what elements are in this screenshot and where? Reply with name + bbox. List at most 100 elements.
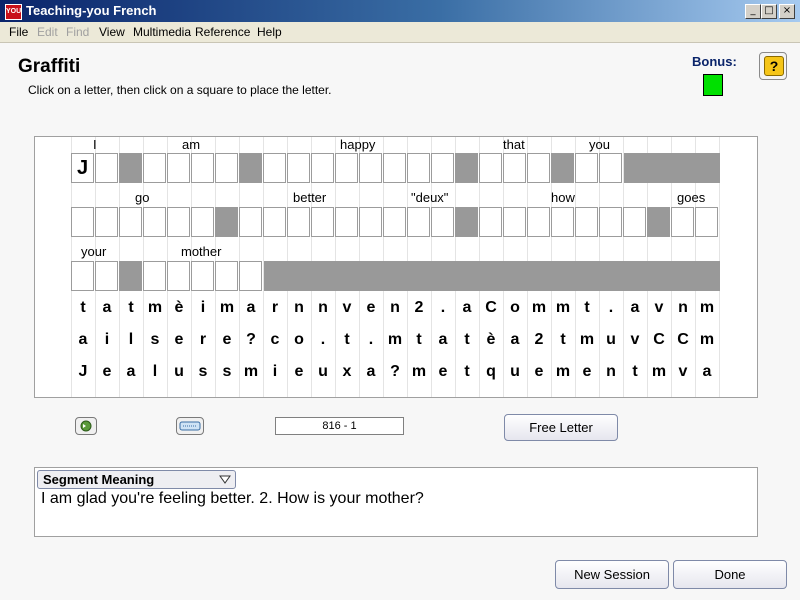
maximize-button[interactable]: □ — [761, 4, 777, 19]
letter-tile[interactable]: a — [239, 299, 263, 317]
letter-cell[interactable] — [599, 153, 622, 183]
letter-tile[interactable]: u — [599, 331, 623, 349]
letter-tile[interactable]: a — [95, 299, 119, 317]
letter-tile[interactable]: o — [503, 299, 527, 317]
letter-tile[interactable]: t — [71, 299, 95, 317]
letter-tile[interactable]: l — [143, 363, 167, 381]
letter-tile[interactable]: u — [503, 363, 527, 381]
letter-cell[interactable] — [311, 207, 334, 237]
letter-cell[interactable] — [527, 153, 550, 183]
letter-tile[interactable]: u — [311, 363, 335, 381]
letter-tile[interactable]: r — [263, 299, 287, 317]
letter-cell[interactable] — [95, 153, 118, 183]
new-session-button[interactable]: New Session — [555, 560, 669, 589]
free-letter-button[interactable]: Free Letter — [504, 414, 618, 441]
letter-tile[interactable]: m — [407, 363, 431, 381]
keyboard-button[interactable] — [176, 417, 204, 435]
letter-cell[interactable] — [167, 153, 190, 183]
letter-tile[interactable]: m — [143, 299, 167, 317]
letter-tile[interactable]: l — [119, 331, 143, 349]
letter-tile[interactable]: v — [647, 299, 671, 317]
letter-tile[interactable]: . — [431, 299, 455, 317]
letter-cell[interactable] — [479, 207, 502, 237]
letter-tile[interactable]: t — [575, 299, 599, 317]
letter-cell[interactable] — [263, 153, 286, 183]
letter-cell[interactable] — [551, 207, 574, 237]
letter-cell[interactable] — [527, 207, 550, 237]
letter-cell[interactable] — [359, 153, 382, 183]
menu-file[interactable]: File — [9, 25, 28, 39]
letter-tile[interactable]: J — [71, 363, 95, 381]
letter-tile[interactable]: r — [191, 331, 215, 349]
menu-reference[interactable]: Reference — [195, 25, 250, 39]
letter-tile[interactable]: e — [359, 299, 383, 317]
letter-tile[interactable]: . — [599, 299, 623, 317]
letter-cell[interactable] — [215, 261, 238, 291]
letter-tile[interactable]: m — [551, 363, 575, 381]
letter-tile[interactable]: e — [527, 363, 551, 381]
letter-tile[interactable]: c — [263, 331, 287, 349]
letter-tile[interactable]: e — [287, 363, 311, 381]
letter-cell[interactable] — [143, 153, 166, 183]
letter-cell[interactable] — [671, 207, 694, 237]
letter-tile[interactable]: a — [623, 299, 647, 317]
letter-tile[interactable]: t — [551, 331, 575, 349]
letter-tile[interactable]: i — [263, 363, 287, 381]
letter-cell[interactable] — [623, 207, 646, 237]
letter-tile[interactable]: t — [623, 363, 647, 381]
letter-tile[interactable]: n — [671, 299, 695, 317]
letter-cell[interactable] — [239, 207, 262, 237]
letter-tile[interactable]: q — [479, 363, 503, 381]
letter-tile[interactable]: t — [455, 331, 479, 349]
letter-cell[interactable] — [287, 207, 310, 237]
letter-tile[interactable]: m — [215, 299, 239, 317]
letter-tile[interactable]: v — [671, 363, 695, 381]
letter-cell[interactable] — [575, 153, 598, 183]
letter-cell[interactable] — [359, 207, 382, 237]
letter-cell[interactable] — [599, 207, 622, 237]
letter-tile[interactable]: e — [95, 363, 119, 381]
letter-tile[interactable]: t — [407, 331, 431, 349]
letter-tile[interactable]: è — [479, 331, 503, 349]
letter-tile[interactable]: C — [479, 299, 503, 317]
letter-cell[interactable] — [167, 261, 190, 291]
letter-tile[interactable]: m — [383, 331, 407, 349]
letter-cell[interactable]: J — [71, 153, 94, 183]
letter-tile[interactable]: e — [431, 363, 455, 381]
letter-tile[interactable]: o — [287, 331, 311, 349]
letter-cell[interactable] — [71, 261, 94, 291]
letter-tile[interactable]: i — [95, 331, 119, 349]
letter-cell[interactable] — [119, 207, 142, 237]
letter-cell[interactable] — [431, 153, 454, 183]
letter-tile[interactable]: a — [431, 331, 455, 349]
letter-tile[interactable]: x — [335, 363, 359, 381]
letter-tile[interactable]: ? — [383, 363, 407, 381]
letter-tile[interactable]: m — [527, 299, 551, 317]
letter-tile[interactable]: m — [575, 331, 599, 349]
close-button[interactable]: × — [779, 4, 795, 19]
letter-tile[interactable]: u — [167, 363, 191, 381]
letter-tile[interactable]: t — [335, 331, 359, 349]
letter-tile[interactable]: n — [383, 299, 407, 317]
letter-tile[interactable]: s — [143, 331, 167, 349]
letter-cell[interactable] — [335, 153, 358, 183]
letter-cell[interactable] — [95, 261, 118, 291]
letter-tile[interactable]: C — [671, 331, 695, 349]
letter-cell[interactable] — [479, 153, 502, 183]
done-button[interactable]: Done — [673, 560, 787, 589]
letter-cell[interactable] — [575, 207, 598, 237]
menu-view[interactable]: View — [99, 25, 125, 39]
letter-tile[interactable]: n — [287, 299, 311, 317]
letter-tile[interactable]: e — [167, 331, 191, 349]
letter-cell[interactable] — [335, 207, 358, 237]
letter-tile[interactable]: m — [695, 331, 719, 349]
letter-cell[interactable] — [407, 207, 430, 237]
letter-tile[interactable]: a — [455, 299, 479, 317]
letter-tile[interactable]: n — [599, 363, 623, 381]
letter-tile[interactable]: n — [311, 299, 335, 317]
letter-tile[interactable]: 2 — [407, 299, 431, 317]
letter-cell[interactable] — [191, 207, 214, 237]
letter-cell[interactable] — [215, 153, 238, 183]
letter-cell[interactable] — [311, 153, 334, 183]
letter-tile[interactable]: ? — [239, 331, 263, 349]
